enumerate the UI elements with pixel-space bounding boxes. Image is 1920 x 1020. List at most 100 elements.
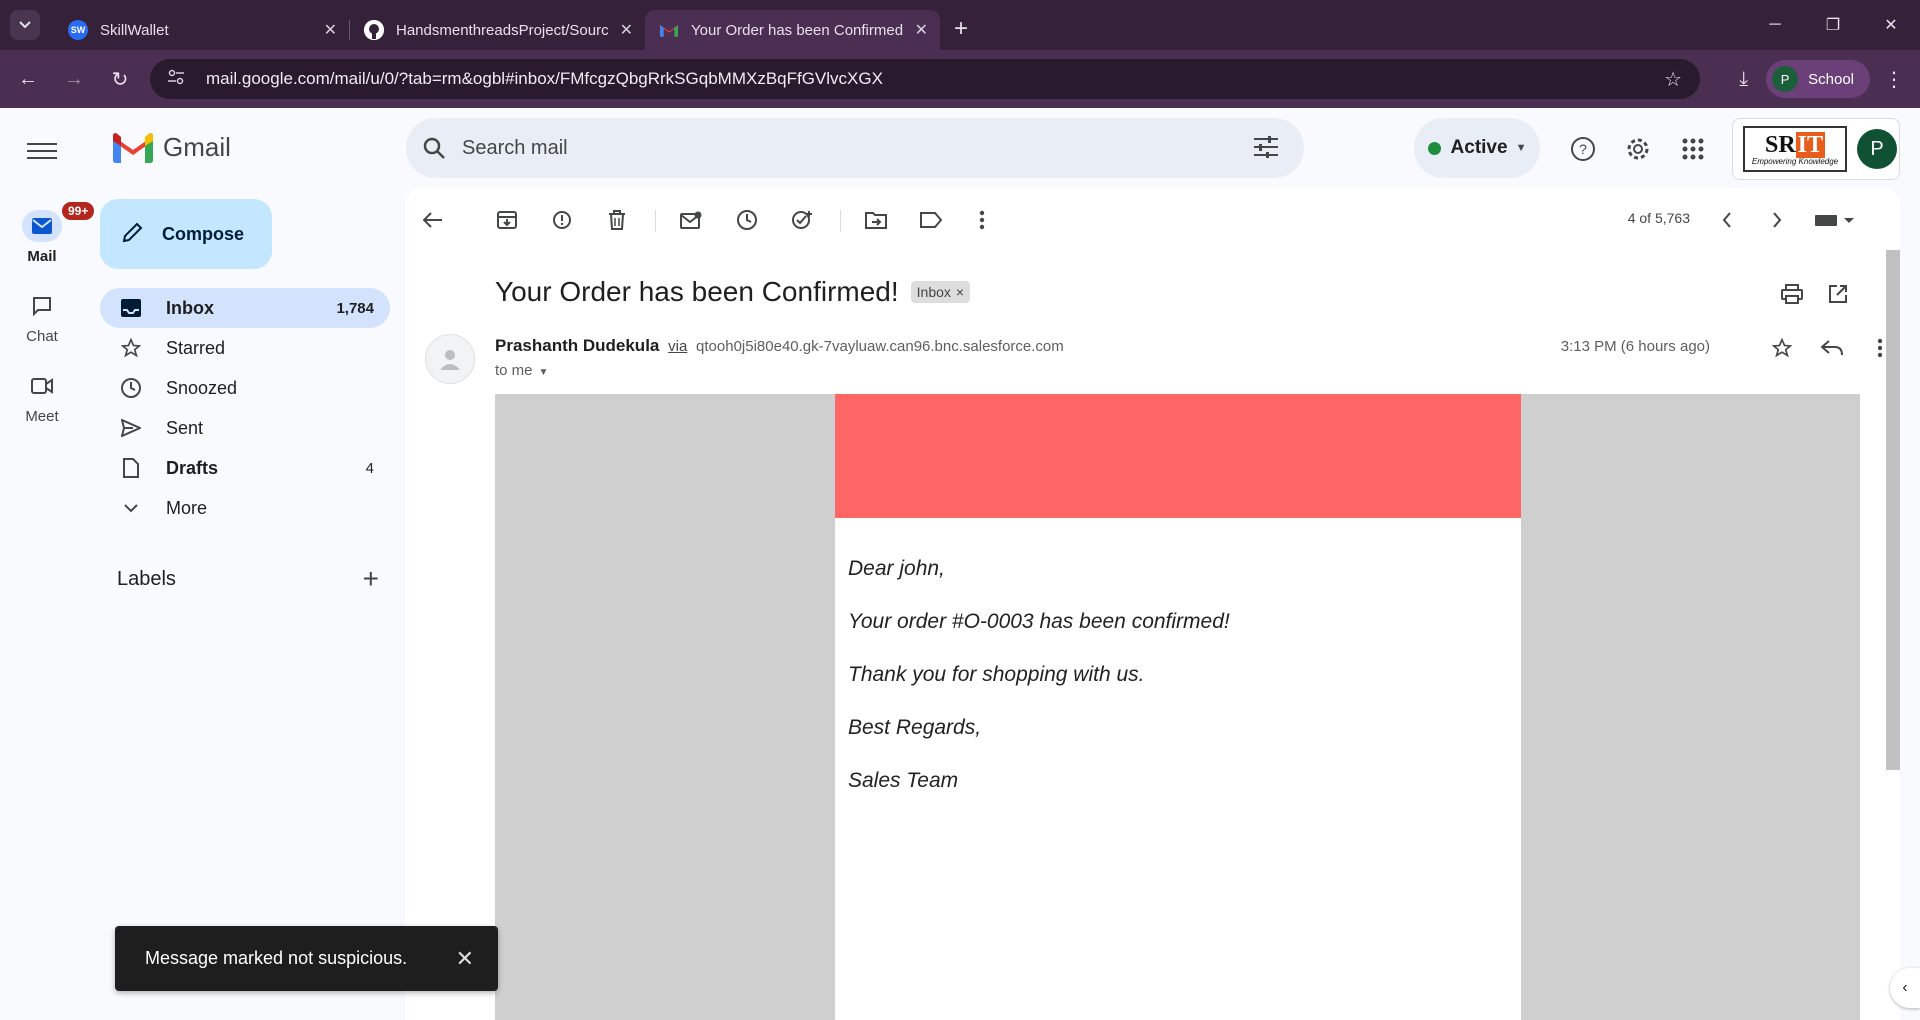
close-tab-icon[interactable]: ✕ [324, 20, 337, 40]
org-logo-text: IT [1795, 131, 1826, 158]
address-bar[interactable]: mail.google.com/mail/u/0/?tab=rm&ogbl#in… [150, 59, 1700, 99]
inbox-label-chip[interactable]: Inbox × [910, 281, 971, 303]
draft-icon [116, 458, 146, 478]
draft-count: 4 [365, 459, 374, 477]
bookmark-star-icon[interactable]: ☆ [1664, 67, 1682, 92]
add-label-plus-icon[interactable]: + [363, 563, 379, 595]
email-line: Thank you for shopping with us. [848, 663, 1145, 686]
sender-address: qtooh0j5i80e40.gk-7vayluaw.can96.bnc.sal… [696, 338, 1064, 355]
message-subject: Your Order has been Confirmed! [495, 276, 899, 307]
profile-label: School [1808, 70, 1854, 88]
print-icon[interactable] [1778, 280, 1806, 308]
more-actions-icon[interactable] [968, 206, 996, 234]
toast-message: Message marked not suspicious. [145, 948, 408, 968]
minimize-icon[interactable]: ─ [1746, 16, 1804, 34]
via-link[interactable]: via [668, 338, 687, 355]
report-spam-icon[interactable] [548, 206, 576, 234]
download-icon[interactable]: ⤓ [1739, 68, 1748, 91]
sidebar-item-inbox[interactable]: Inbox 1,784 [100, 288, 390, 328]
browser-tab-gmail[interactable]: Your Order has been Confirmed ✕ [645, 10, 940, 50]
rail-chat[interactable]: Chat [0, 290, 84, 345]
mark-unread-icon[interactable] [677, 206, 705, 234]
close-tab-icon[interactable]: ✕ [915, 20, 928, 40]
status-dot [1427, 141, 1441, 155]
archive-icon[interactable] [493, 206, 521, 234]
search-options-icon[interactable] [1254, 136, 1278, 164]
newer-message-chevron-left-icon[interactable] [1713, 206, 1741, 234]
send-icon [116, 419, 146, 437]
back-arrow-icon[interactable]: ← [10, 68, 46, 91]
app-rail: 99+ Mail Chat Meet [0, 108, 95, 1020]
main-menu-icon[interactable] [27, 138, 57, 164]
url-text: mail.google.com/mail/u/0/?tab=rm&ogbl#in… [206, 69, 883, 88]
back-to-inbox-arrow-icon[interactable] [419, 206, 447, 234]
sidebar-item-more[interactable]: More [100, 488, 390, 528]
delete-trash-icon[interactable] [603, 206, 631, 234]
search-input[interactable]: Search mail [462, 137, 568, 160]
email-html-body: Dear john, Your order #O-0003 has been c… [495, 394, 1860, 1020]
gmail-logo[interactable]: Gmail [113, 132, 231, 163]
remove-label-icon[interactable]: × [956, 284, 964, 300]
reload-icon[interactable]: ↻ [102, 67, 138, 92]
rail-meet[interactable]: Meet [0, 370, 84, 425]
browser-tab-bar: SW SkillWallet ✕ HandsmenthreadsProject/… [0, 0, 1920, 50]
snooze-clock-icon[interactable] [733, 206, 761, 234]
github-favicon-icon [364, 20, 384, 40]
recipient-details[interactable]: to me ▼ [495, 362, 548, 379]
sidebar-item-sent[interactable]: Sent [100, 408, 390, 448]
skillwallet-favicon-icon: SW [68, 20, 88, 40]
browser-menu-icon[interactable]: ⋮ [1884, 67, 1904, 92]
account-switcher[interactable]: SRIT Empowering Knowledge P [1732, 118, 1900, 180]
open-in-new-window-icon[interactable] [1824, 280, 1852, 308]
label-tag-icon[interactable] [917, 206, 945, 234]
rail-label: Mail [27, 248, 57, 265]
move-to-folder-icon[interactable] [862, 206, 890, 234]
search-bar[interactable]: Search mail [406, 118, 1304, 178]
chevron-down-icon [19, 21, 31, 29]
browser-tab-github[interactable]: HandsmenthreadsProject/Sourc ✕ [350, 10, 645, 50]
compose-button[interactable]: Compose [100, 199, 272, 269]
pane-scrollbar[interactable] [1886, 250, 1900, 770]
email-line: Your order #O-0003 has been confirmed! [848, 610, 1230, 633]
clock-icon [116, 377, 146, 399]
forward-arrow-icon[interactable]: → [56, 68, 92, 91]
star-icon [116, 338, 146, 358]
star-message-icon[interactable] [1768, 334, 1796, 362]
sidebar-item-drafts[interactable]: Drafts 4 [100, 448, 390, 488]
older-message-chevron-right-icon[interactable] [1763, 206, 1791, 234]
email-signature: Sales Team [848, 769, 959, 792]
status-selector[interactable]: Active ▼ [1414, 118, 1540, 178]
sidebar-item-label: Drafts [166, 457, 219, 478]
close-tab-icon[interactable]: ✕ [620, 20, 633, 40]
app-name: Gmail [163, 132, 231, 162]
sender-name[interactable]: Prashanth Dudekula [495, 336, 659, 355]
rail-label: Chat [26, 328, 58, 345]
settings-gear-icon[interactable] [1623, 134, 1653, 164]
email-signoff: Best Regards, [848, 716, 982, 739]
site-info-icon[interactable] [156, 69, 196, 89]
add-to-tasks-icon[interactable] [788, 206, 816, 234]
restore-icon[interactable]: ❐ [1804, 15, 1862, 35]
browser-profile-button[interactable]: P School [1766, 60, 1870, 98]
input-tools-keyboard-icon[interactable] [1810, 206, 1858, 234]
reply-arrow-icon[interactable] [1818, 334, 1846, 362]
email-greeting: Dear john, [848, 557, 945, 580]
account-avatar[interactable]: P [1857, 129, 1897, 169]
close-toast-icon[interactable]: ✕ [456, 946, 474, 972]
rail-label: Meet [25, 408, 59, 425]
gmail-favicon-icon [659, 20, 679, 40]
mail-icon: 99+ [22, 202, 95, 242]
tab-search-button[interactable] [10, 10, 40, 40]
video-camera-icon [22, 370, 62, 402]
search-icon[interactable] [406, 137, 462, 159]
close-window-icon[interactable]: ✕ [1862, 15, 1920, 35]
browser-tab-skillwallet[interactable]: SW SkillWallet ✕ [54, 10, 349, 50]
sidebar-item-snoozed[interactable]: Snoozed [100, 368, 390, 408]
help-icon[interactable]: ? [1568, 134, 1598, 164]
status-label: Active [1450, 137, 1508, 158]
new-tab-button[interactable]: + [954, 15, 968, 43]
apps-grid-icon[interactable] [1678, 134, 1708, 164]
rail-mail[interactable]: 99+ Mail [0, 202, 95, 265]
chevron-down-icon[interactable]: ▼ [539, 367, 549, 378]
sidebar-item-starred[interactable]: Starred [100, 328, 390, 368]
